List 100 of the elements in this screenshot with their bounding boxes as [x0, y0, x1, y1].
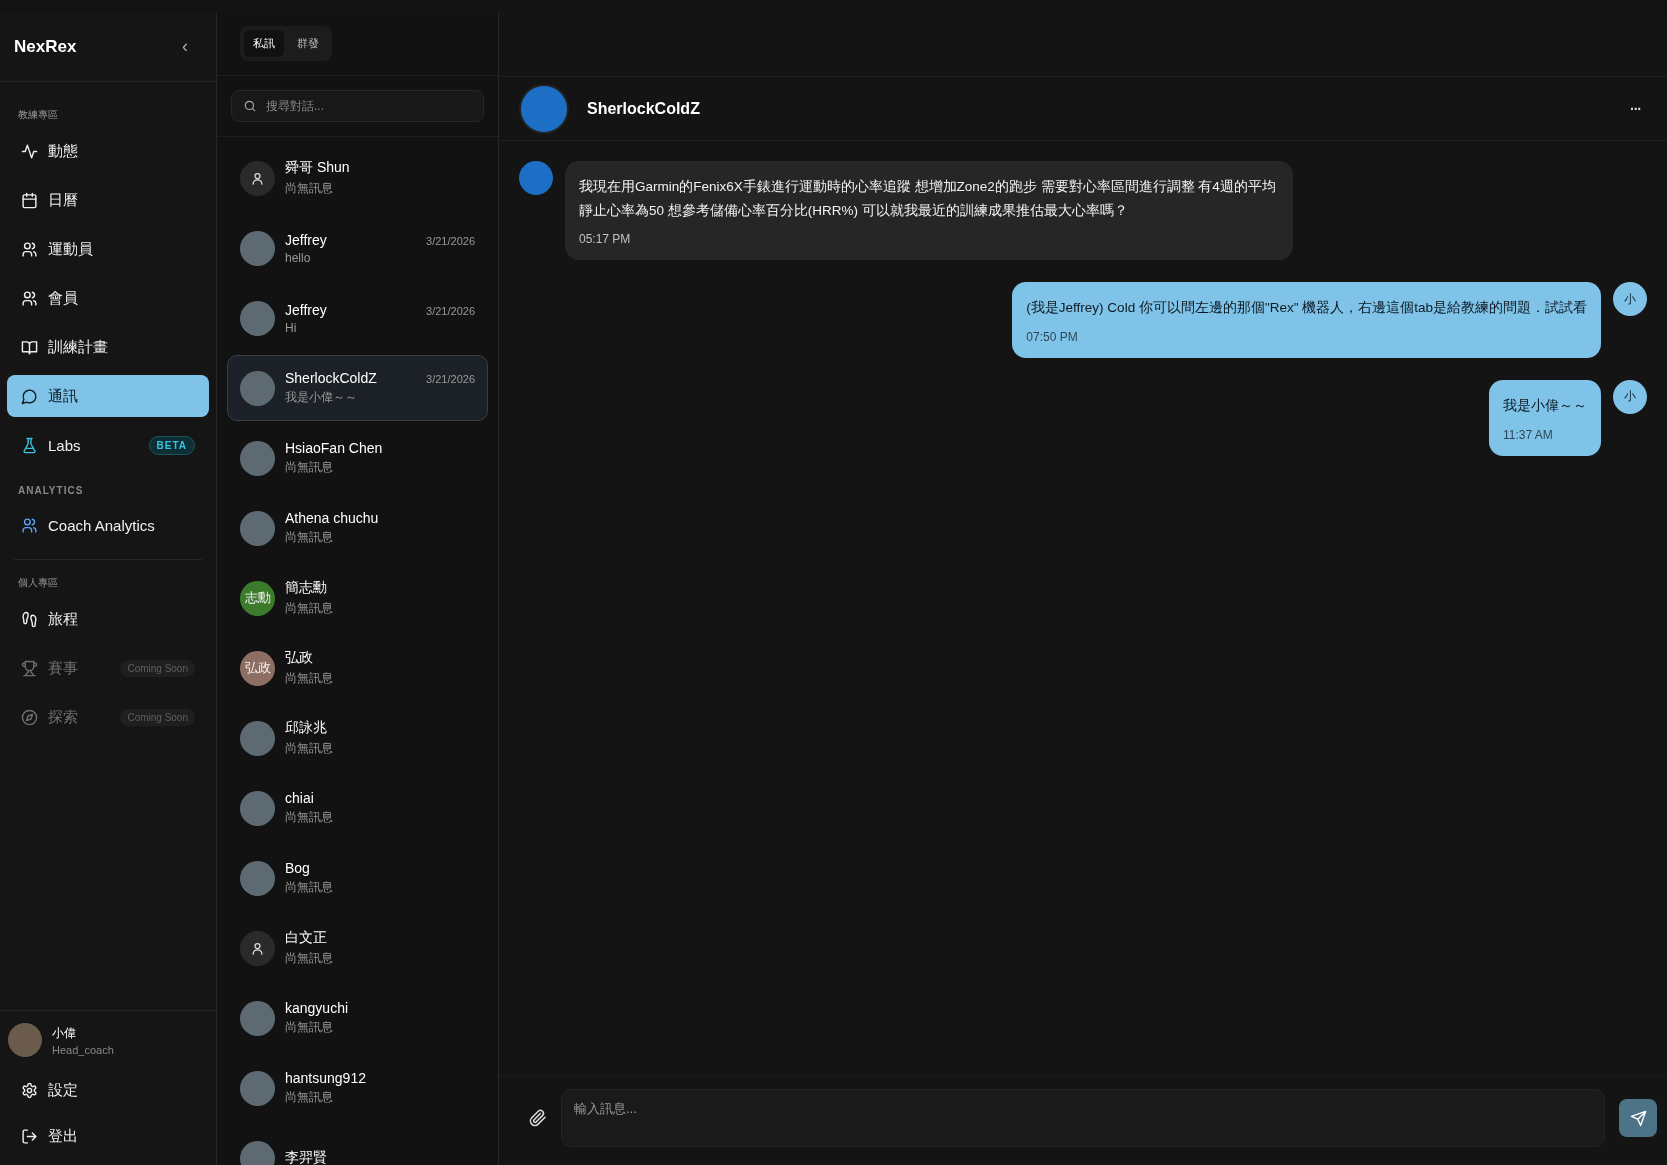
nav-item[interactable]: 旅程: [7, 598, 209, 640]
message-preview: 尚無訊息: [285, 529, 334, 546]
conversation-item[interactable]: 白文正 尚無訊息: [227, 915, 488, 981]
message-input[interactable]: 輸入訊息...: [561, 1089, 1605, 1147]
chat-bubble-icon: [21, 387, 38, 405]
brand-logo: NexRex: [14, 36, 77, 57]
conversation-item[interactable]: 弘政 弘政 尚無訊息: [227, 635, 488, 701]
nav-label: 日曆: [48, 190, 79, 210]
conversation-item[interactable]: kangyuchi 尚無訊息: [227, 985, 488, 1051]
contact-name: 舜哥 Shun: [285, 159, 350, 177]
message-date: 3/21/2026: [426, 373, 475, 385]
trophy-icon: [21, 659, 38, 677]
photo-placeholder: [240, 1140, 275, 1165]
nav-item[interactable]: 通訊: [7, 375, 209, 417]
user-role: Head_coach: [52, 1043, 114, 1056]
nav-label: 通訊: [48, 386, 79, 406]
more-button[interactable]: ···: [1624, 99, 1647, 118]
message-date: 3/21/2026: [426, 304, 475, 317]
user-avatar[interactable]: [8, 1023, 42, 1057]
nav-label: Coach Analytics: [48, 516, 156, 534]
conversation-item[interactable]: HsiaoFan Chen 尚無訊息: [227, 425, 488, 491]
initials-avatar: 弘政: [240, 650, 275, 686]
message-preview: 尚無訊息: [285, 1089, 334, 1106]
nav-item[interactable]: 會員: [7, 277, 209, 319]
conversation-item[interactable]: 志勳 簡志勳 尚無訊息: [227, 565, 488, 631]
chat-title: SherlockColdZ: [587, 99, 701, 118]
contact-name: Athena chuchu: [285, 510, 379, 526]
contact-name: 李羿賢: [285, 1149, 327, 1165]
tab[interactable]: 私訊: [244, 30, 284, 57]
message-time: 07:50 PM: [1026, 329, 1079, 344]
message-time: 05:17 PM: [579, 232, 632, 247]
conversation-item[interactable]: Athena chuchu 尚無訊息: [227, 495, 488, 561]
message-text: 我是小偉～～: [1503, 396, 1587, 415]
nav-item[interactable]: 動態: [7, 130, 209, 172]
contact-name: 白文正: [285, 929, 327, 947]
message-preview: 尚無訊息: [285, 809, 334, 826]
nav-label: 動態: [48, 141, 79, 161]
photo-placeholder: [519, 161, 553, 195]
conversation-item[interactable]: SherlockColdZ 3/21/2026 我是小偉～～: [227, 355, 488, 421]
photo-placeholder: [240, 440, 275, 476]
conversation-item[interactable]: chiai 尚無訊息: [227, 775, 488, 841]
nav-label: 探索: [48, 707, 79, 727]
photo-placeholder: [240, 720, 275, 756]
collapse-button[interactable]: ‹: [178, 36, 192, 57]
message-preview: 尚無訊息: [285, 459, 334, 476]
message-text: (我是Jeffrey) Cold 你可以問左邊的那個"Rex" 機器人，右邊這個tab是給教練的問題．試試看: [1026, 299, 1587, 318]
photo-placeholder: [240, 1000, 275, 1036]
photo-placeholder: [240, 230, 275, 266]
section-title: 個人專區: [17, 576, 59, 590]
nav-label: 旅程: [48, 609, 79, 629]
initials-avatar: 志勳: [240, 580, 275, 616]
pulse-icon: [21, 142, 38, 160]
book-icon: [21, 338, 38, 356]
paperclip-icon[interactable]: [529, 1109, 547, 1127]
section-title: 教練專區: [17, 108, 59, 122]
settings-item[interactable]: 設定: [7, 1069, 209, 1111]
nav-item[interactable]: 日曆: [7, 179, 209, 221]
conversation-item[interactable]: 舜哥 Shun 尚無訊息: [227, 145, 488, 211]
nav-label: 賽事: [48, 658, 79, 678]
settings-icon: [21, 1081, 38, 1099]
conversation-item[interactable]: Bog 尚無訊息: [227, 845, 488, 911]
conversation-item[interactable]: Jeffrey 3/21/2026 Hi: [227, 285, 488, 351]
user-avatar: 小: [1613, 282, 1647, 317]
message-date: 3/21/2026: [426, 234, 475, 247]
photo-placeholder: [519, 83, 569, 134]
user-name: 小偉: [52, 1024, 77, 1042]
search-field[interactable]: 搜尋對話...: [231, 90, 484, 122]
conversation-item[interactable]: 李羿賢: [227, 1125, 488, 1165]
beta-tag: BETA: [148, 435, 195, 455]
coming-soon-tag: Coming Soon: [120, 708, 195, 726]
tab[interactable]: 群發: [288, 30, 328, 57]
conversation-item[interactable]: Jeffrey 3/21/2026 hello: [227, 215, 488, 281]
photo-placeholder: [240, 370, 275, 406]
message-preview: hello: [285, 250, 312, 265]
nav-item[interactable]: Coach Analytics: [7, 504, 209, 546]
compass-icon: [21, 708, 38, 726]
calendar-icon: [21, 191, 38, 209]
message-text: 我現在用Garmin的Fenix6X手錶進行運動時的心率追蹤 想增加Zone2的跑步 需要對心率區間進行調整 有4週的平均靜止心率為50 想參考儲備心率百分比(HRR%) 可以就我最近的訓練成果推估最大心率嗎？: [579, 178, 1277, 220]
contact-name: SherlockColdZ: [285, 370, 377, 386]
message-preview: 尚無訊息: [285, 180, 334, 197]
photo-placeholder: [240, 510, 275, 546]
message-preview: 尚無訊息: [285, 600, 334, 617]
message-preview: 我是小偉～～: [285, 389, 358, 406]
nav-item[interactable]: Labs BETA: [7, 424, 209, 466]
message-time: 11:37 AM: [1503, 427, 1554, 442]
send-button[interactable]: [1619, 1099, 1657, 1137]
conversation-item[interactable]: hantsung912 尚無訊息: [227, 1055, 488, 1121]
contact-name: chiai: [285, 790, 314, 806]
section-title: ANALYTICS: [17, 484, 85, 498]
photo-placeholder: [240, 300, 275, 336]
person-icon: [250, 940, 265, 956]
nav-item[interactable]: 訓練計畫: [7, 326, 209, 368]
conversation-item[interactable]: 邱詠兆 尚無訊息: [227, 705, 488, 771]
logout-item[interactable]: 登出: [7, 1115, 209, 1157]
flask-icon: [21, 436, 38, 454]
nav-label: 會員: [48, 288, 79, 308]
contact-name: HsiaoFan Chen: [285, 440, 383, 456]
nav-item[interactable]: 運動員: [7, 228, 209, 270]
message-preview: 尚無訊息: [285, 879, 334, 896]
person-icon: [250, 170, 265, 186]
